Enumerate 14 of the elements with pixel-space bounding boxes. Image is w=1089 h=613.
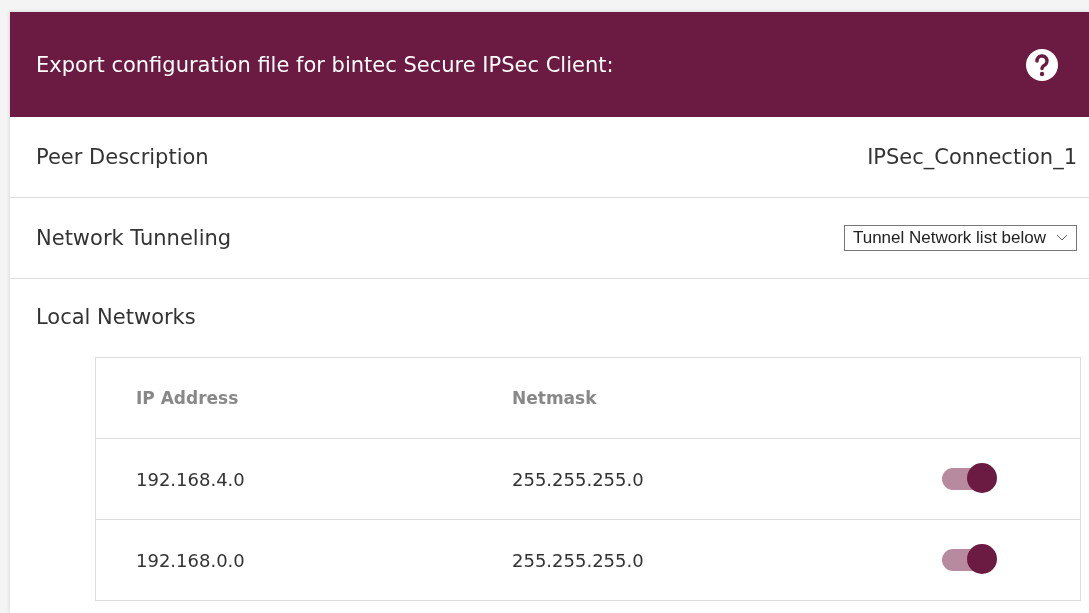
section-label: Local Networks: [36, 305, 196, 329]
column-header: IP Address: [136, 388, 240, 408]
table-cell-text: 192.168.0.0: [136, 549, 246, 571]
panel-title: Export configuration file for bintec Secure IPSec Client:: [36, 52, 614, 77]
table-cell-text: 192.168.4.0: [136, 468, 246, 490]
field-value: IPSec_Connection_1: [867, 145, 1077, 169]
column-header: Netmask: [512, 388, 598, 408]
field-label: Network Tunneling: [36, 226, 232, 250]
caret-icon: [1056, 234, 1068, 242]
field-label: Peer Description: [36, 145, 209, 169]
tunneling-select[interactable]: Tunnel Network list below: [843, 225, 1077, 251]
table-cell-text: 255.255.255.0: [512, 468, 645, 490]
help-icon[interactable]: [1025, 47, 1059, 82]
table-cell-text: 255.255.255.0: [512, 549, 645, 571]
